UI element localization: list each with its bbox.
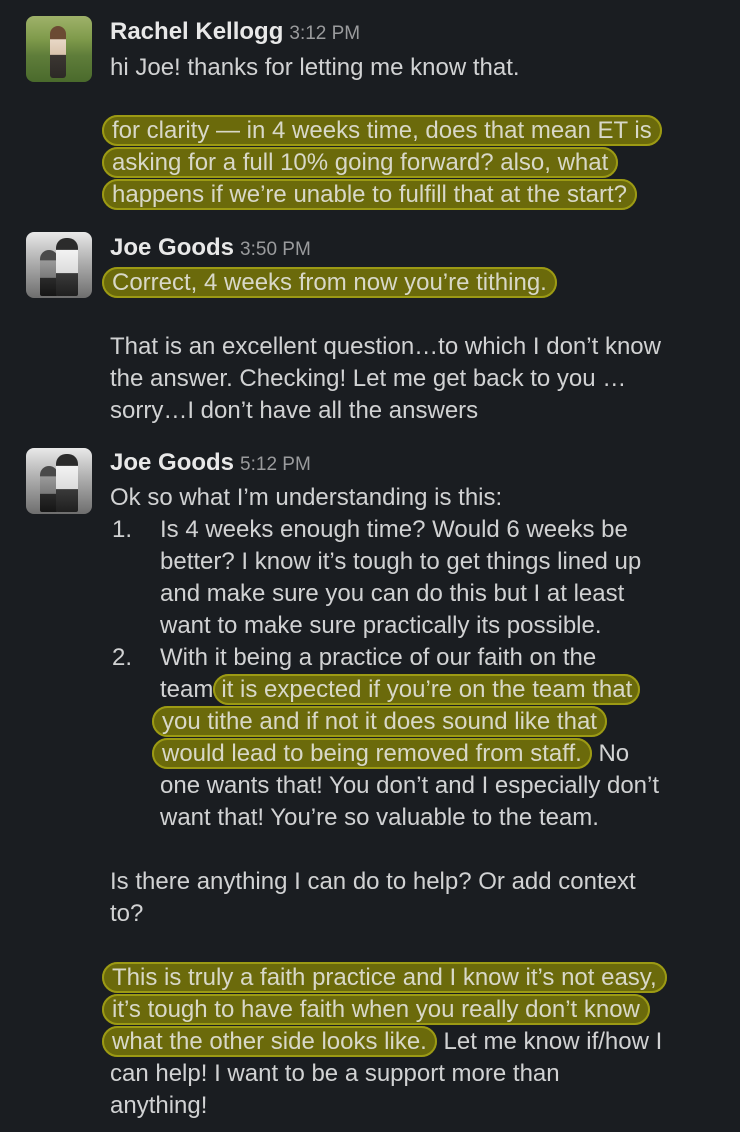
highlighted-text: it’s tough to have faith when you really…: [102, 994, 650, 1026]
highlight: you tithe and if not it does sound like …: [152, 706, 607, 737]
message-header: Rachel Kellogg 3:12 PM: [110, 18, 360, 46]
text-run: team: [160, 676, 214, 703]
list-item-text: want that! You’re so valuable to the tea…: [160, 804, 599, 831]
list-number: 1.: [112, 516, 133, 543]
highlight: would lead to being removed from staff.: [152, 738, 592, 769]
list-item-text: better? I know it’s tough to get things …: [160, 548, 642, 575]
list-item-text: and make sure you can do this but I at l…: [160, 580, 625, 607]
sender-name[interactable]: Joe Goods: [110, 234, 234, 261]
avatar[interactable]: [26, 448, 92, 514]
highlight: what the other side looks like.: [102, 1026, 437, 1057]
highlight: This is truly a faith practice and I kno…: [102, 962, 667, 993]
timestamp[interactable]: 3:50 PM: [240, 239, 311, 260]
message-text: hi Joe! thanks for letting me know that.: [110, 54, 520, 81]
text-run: Let me know if/how I: [436, 1028, 663, 1055]
highlighted-text: This is truly a faith practice and I kno…: [102, 962, 667, 994]
list-item-text: want to make sure practically its possib…: [160, 612, 602, 639]
message-text: can help! I want to be a support more th…: [110, 1060, 560, 1087]
message-text: Is there anything I can do to help? Or a…: [110, 868, 636, 895]
highlighted-text: asking for a full 10% going forward? als…: [102, 147, 619, 179]
highlighted-text: happens if we’re unable to fulfill that …: [102, 179, 637, 211]
list-number: 2.: [112, 644, 133, 671]
highlight: asking for a full 10% going forward? als…: [102, 147, 619, 178]
message-text: sorry…I don’t have all the answers: [110, 397, 479, 424]
message-text: That is an excellent question…to which I…: [110, 333, 661, 360]
list-item-text: team it is expected if you’re on the team…: [160, 674, 641, 706]
highlight: happens if we’re unable to fulfill that …: [102, 179, 637, 210]
highlight: it is expected if you’re on the team tha…: [213, 674, 641, 705]
message-header: Joe Goods 5:12 PM: [110, 449, 311, 477]
message-text: the answer. Checking! Let me get back to…: [110, 365, 627, 392]
text-run: No: [591, 740, 630, 767]
timestamp[interactable]: 3:12 PM: [289, 23, 360, 44]
list-item-text: would lead to being removed from staff. …: [152, 738, 630, 770]
highlighted-text: you tithe and if not it does sound like …: [152, 706, 607, 738]
avatar[interactable]: [26, 16, 92, 82]
list-item-text: With it being a practice of our faith on…: [160, 644, 597, 671]
message-header: Joe Goods 3:50 PM: [110, 234, 311, 262]
sender-name[interactable]: Rachel Kellogg: [110, 18, 283, 45]
highlighted-text: Correct, 4 weeks from now you’re tithing…: [102, 267, 557, 299]
list-item-text: Is 4 weeks enough time? Would 6 weeks be: [160, 516, 628, 543]
list-item-text: one wants that! You don’t and I especial…: [160, 772, 660, 799]
message-text: Ok so what I’m understanding is this:: [110, 484, 503, 511]
avatar[interactable]: [26, 232, 92, 298]
timestamp[interactable]: 5:12 PM: [240, 454, 311, 475]
highlight: Correct, 4 weeks from now you’re tithing…: [102, 267, 557, 298]
message-text: anything!: [110, 1092, 208, 1119]
message-text: what the other side looks like. Let me k…: [102, 1026, 663, 1058]
highlighted-text: for clarity — in 4 weeks time, does that…: [102, 115, 662, 147]
highlight: it’s tough to have faith when you really…: [102, 994, 650, 1025]
highlight: for clarity — in 4 weeks time, does that…: [102, 115, 662, 146]
sender-name[interactable]: Joe Goods: [110, 449, 234, 476]
message-list: Rachel Kellogg 3:12 PM hi Joe! thanks for…: [0, 0, 740, 1132]
message-text: to?: [110, 900, 144, 927]
